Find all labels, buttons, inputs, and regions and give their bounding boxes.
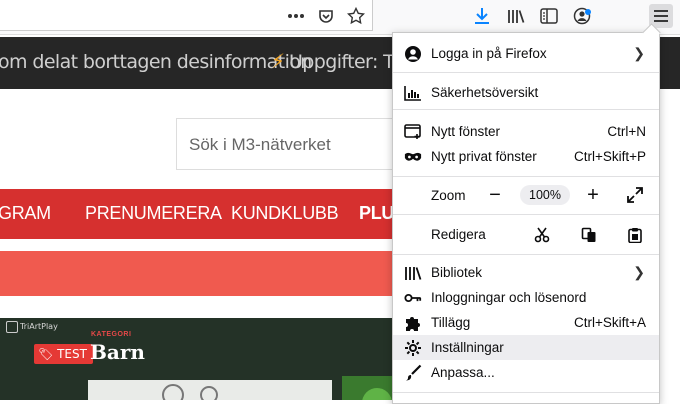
menu-item-addons[interactable]: Tillägg Ctrl+Skift+A: [393, 310, 659, 335]
notification-dot: [585, 9, 591, 15]
tag-icon: 🏷: [38, 347, 54, 361]
more-actions-icon[interactable]: [285, 5, 307, 27]
menu-item-label: Inloggningar och lösenord: [431, 290, 587, 305]
promo-band: [0, 251, 400, 296]
shortcut-label: Ctrl+N: [607, 124, 646, 139]
zoom-in-button[interactable]: +: [582, 184, 604, 206]
chevron-right-icon: ❯: [633, 45, 645, 61]
brand-logo-icon: [6, 321, 18, 333]
pocket-icon[interactable]: [315, 5, 337, 27]
menu-item-security[interactable]: Säkerhetsöversikt: [393, 80, 659, 105]
zoom-reset-button[interactable]: 100%: [520, 185, 570, 205]
ticker-headline[interactable]: om delat borttagen desinformation: [0, 51, 312, 73]
tag-badge: 🏷 TEST: [34, 344, 93, 364]
private-mask-icon: [404, 148, 422, 166]
site-search-input[interactable]: [189, 135, 399, 155]
fullscreen-icon[interactable]: [624, 184, 646, 206]
menu-item-label: Inställningar: [431, 340, 504, 355]
menu-separator: [393, 214, 659, 215]
menu-item-customize[interactable]: Anpassa...: [393, 360, 659, 385]
puzzle-piece-icon: [404, 314, 422, 332]
cut-icon[interactable]: [532, 225, 552, 245]
menu-separator: [393, 176, 659, 177]
menu-item-edit: Redigera: [393, 222, 659, 247]
hero-banner[interactable]: TriArtPlay KATEGORI 🏷 TEST Barn: [0, 318, 400, 400]
nav-item-program[interactable]: GRAM: [0, 203, 51, 224]
site-nav: GRAM PRENUMERERA KUNDKLUBB PLUS: [0, 189, 406, 239]
menu-item-library[interactable]: Bibliotek ❯: [393, 260, 659, 285]
account-icon: [404, 45, 422, 63]
shortcut-label: Ctrl+Skift+P: [573, 149, 646, 164]
sidebar-icon[interactable]: [538, 5, 560, 27]
zoom-out-button[interactable]: −: [484, 184, 506, 206]
menu-item-label: Nytt privat fönster: [431, 149, 537, 164]
library-icon: [404, 264, 422, 282]
paste-icon[interactable]: [625, 225, 645, 245]
menu-item-label: Bibliotek: [431, 265, 483, 280]
download-icon[interactable]: [471, 5, 493, 27]
bookmark-star-icon[interactable]: [345, 5, 367, 27]
url-bar[interactable]: [0, 0, 373, 31]
menu-item-label: Anpassa...: [431, 365, 495, 380]
key-icon: [404, 289, 422, 307]
chart-bars-icon: [404, 84, 422, 102]
menu-item-label: Logga in på Firefox: [431, 46, 547, 61]
menu-item-label: Nytt fönster: [431, 124, 501, 139]
new-window-icon: [404, 123, 422, 141]
menu-item-zoom: Zoom − 100% +: [393, 182, 659, 208]
copy-icon[interactable]: [579, 225, 599, 245]
menu-separator: [393, 72, 659, 73]
library-icon[interactable]: [505, 5, 527, 27]
hero-brand: TriArtPlay: [20, 322, 58, 331]
shortcut-label: Ctrl+Skift+A: [573, 315, 646, 330]
hero-category: KATEGORI: [91, 331, 132, 338]
decor-circle-2: [200, 386, 218, 400]
browser-toolbar: [0, 0, 680, 35]
site-search: [176, 118, 407, 170]
menu-separator: [393, 254, 659, 255]
lightning-icon: ⚡: [271, 49, 286, 73]
menu-item-label: Tillägg: [431, 315, 471, 330]
nav-item-prenumerera[interactable]: PRENUMERERA: [85, 203, 222, 224]
tag-label: TEST: [57, 347, 87, 361]
menu-item-sign-in[interactable]: Logga in på Firefox ❯: [393, 41, 659, 66]
nav-item-kundklubb[interactable]: KUNDKLUBB: [231, 203, 339, 224]
paintbrush-icon: [404, 364, 422, 382]
gear-icon: [404, 339, 422, 357]
menu-item-label: Säkerhetsöversikt: [431, 85, 539, 100]
account-icon[interactable]: [571, 5, 593, 27]
menu-item-settings[interactable]: Inställningar: [393, 335, 659, 360]
app-menu-panel: Logga in på Firefox ❯ Säkerhetsöversikt …: [392, 23, 661, 404]
menu-item-new-window[interactable]: Nytt fönster Ctrl+N: [393, 119, 659, 144]
zoom-label: Zoom: [431, 187, 466, 203]
menu-separator: [393, 392, 659, 393]
menu-item-private-window[interactable]: Nytt privat fönster Ctrl+Skift+P: [393, 144, 659, 169]
chevron-right-icon: ❯: [633, 264, 645, 280]
menu-item-logins[interactable]: Inloggningar och lösenord: [393, 285, 659, 310]
edit-label: Redigera: [431, 227, 486, 242]
menu-separator: [393, 109, 659, 110]
hero-title: Barn: [90, 340, 145, 364]
decor-circle: [162, 384, 184, 400]
